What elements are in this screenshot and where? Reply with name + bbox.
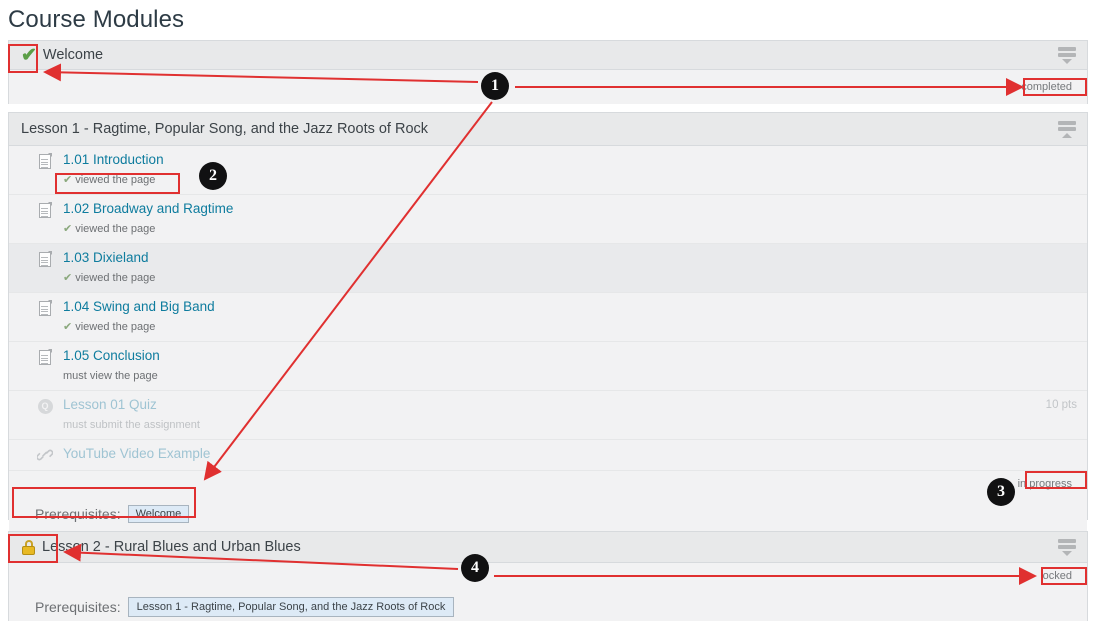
annotation-marker-4: 4 bbox=[461, 554, 489, 582]
annotation-box-locked-badge bbox=[1041, 567, 1087, 585]
annotation-box-lock-icon bbox=[8, 534, 58, 563]
annotation-box-prerequisites bbox=[12, 487, 196, 518]
annotation-box-completed-badge bbox=[1023, 78, 1087, 96]
annotation-arrows bbox=[43, 63, 1037, 585]
annotation-marker-2: 2 bbox=[199, 162, 227, 190]
annotation-box-viewed-requirement bbox=[55, 173, 180, 194]
annotation-marker-1: 1 bbox=[481, 72, 509, 100]
annotation-box-in-progress-badge bbox=[1025, 471, 1087, 489]
course-modules-page: Course Modules ✔ Welcome completed Lesso… bbox=[0, 0, 1096, 621]
annotation-box-welcome-check bbox=[8, 44, 38, 73]
annotation-marker-3: 3 bbox=[987, 478, 1015, 506]
